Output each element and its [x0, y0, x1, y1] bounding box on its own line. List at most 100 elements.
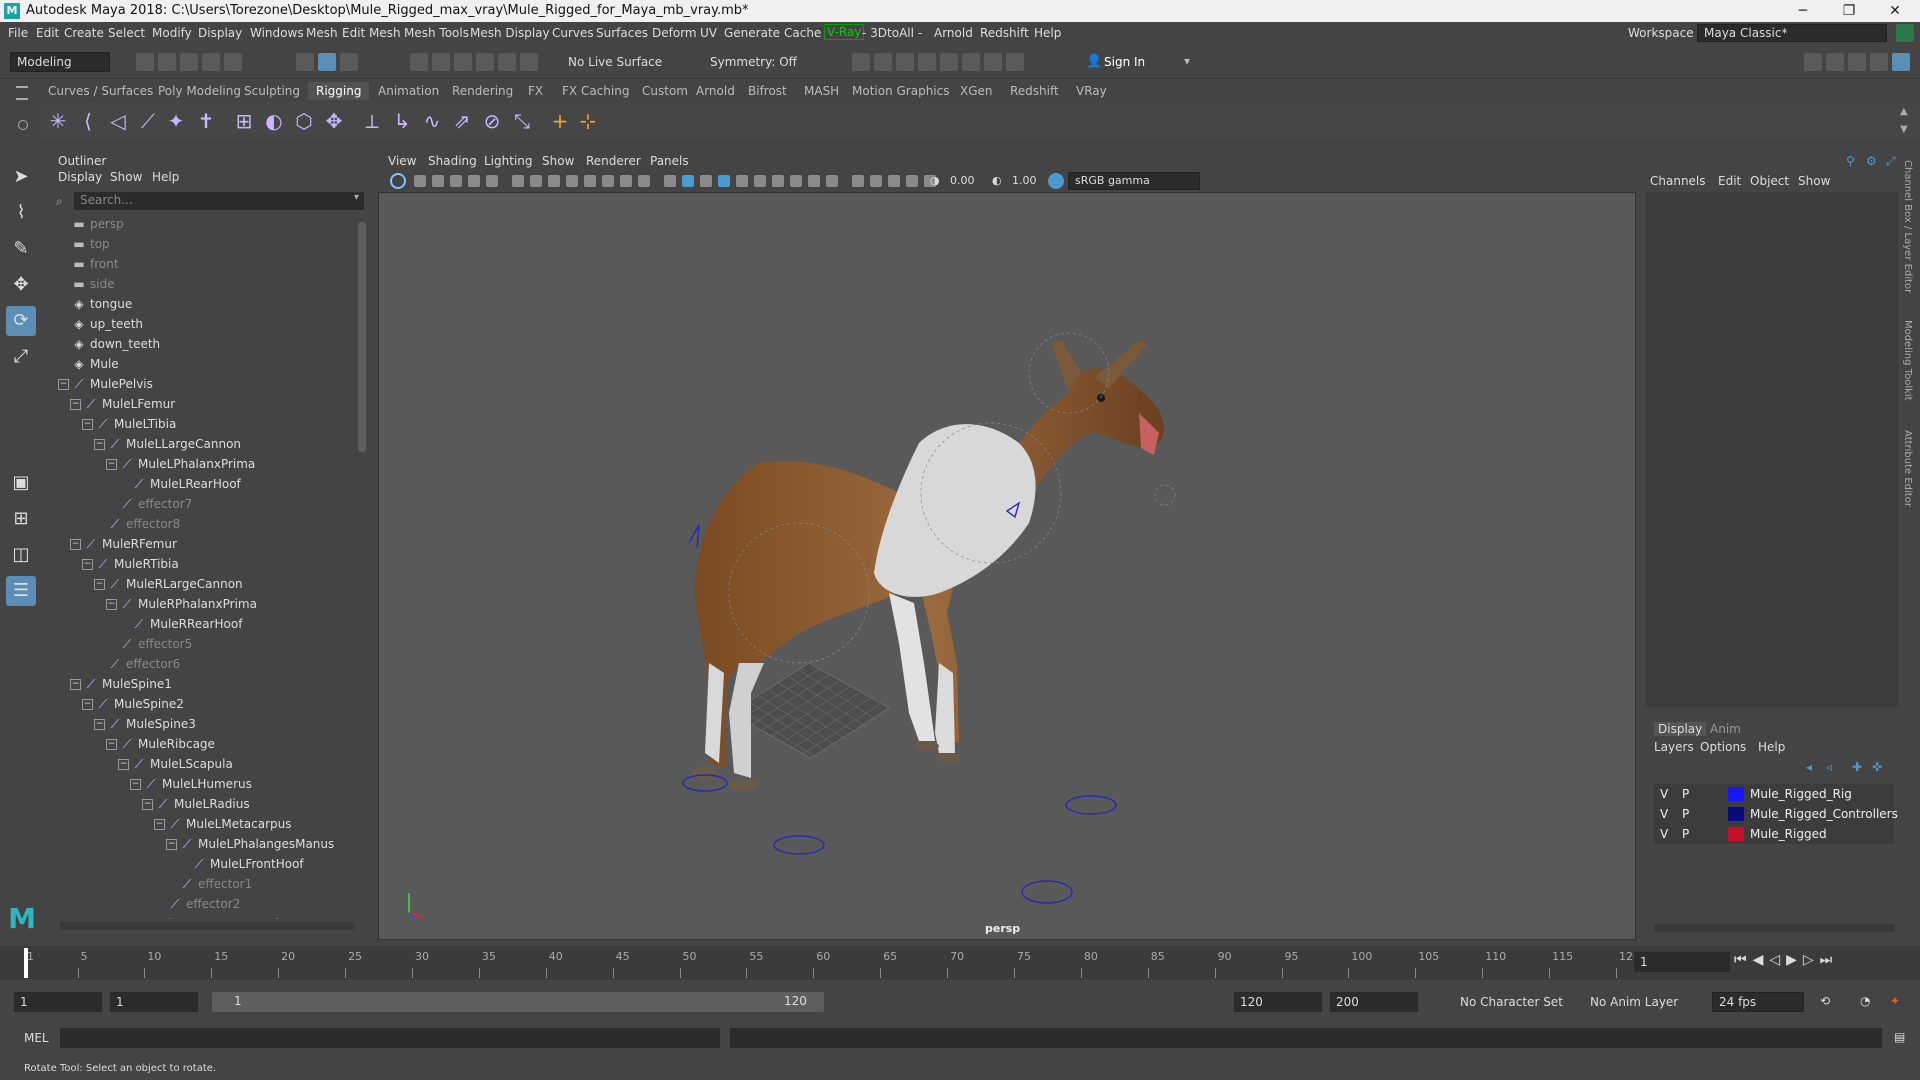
- paint-select-icon[interactable]: ✎: [6, 234, 36, 264]
- outliner-item[interactable]: ◈ down_teeth: [58, 334, 358, 354]
- 2d-pan-icon[interactable]: [486, 175, 498, 187]
- render-view-icon[interactable]: [940, 53, 958, 71]
- outliner-item[interactable]: ⟋ MuleLFrontHoof: [58, 854, 358, 874]
- expand-toggle-icon[interactable]: −: [106, 599, 117, 610]
- select-tool-icon[interactable]: ➤: [6, 162, 36, 192]
- menu-generate[interactable]: Generate: [724, 26, 780, 40]
- sign-in-button[interactable]: Sign In: [1104, 55, 1145, 69]
- outliner-item[interactable]: − ⟋ MuleLScapula: [58, 754, 358, 774]
- shelf-tab-motion-graphics[interactable]: Motion Graphics: [844, 82, 958, 100]
- scale-tool-icon[interactable]: ⤢: [6, 342, 36, 372]
- minimize-button[interactable]: ─: [1780, 0, 1826, 22]
- outliner-item[interactable]: ⟋ effector1: [58, 874, 358, 894]
- outliner-item[interactable]: − ⟋ MuleLTibia: [58, 414, 358, 434]
- tab-attribute-editor[interactable]: Attribute Editor: [1902, 430, 1913, 507]
- lock-camera-icon[interactable]: [432, 175, 444, 187]
- expand-toggle-icon[interactable]: −: [118, 759, 129, 770]
- pause-render-icon[interactable]: [1006, 53, 1024, 71]
- expand-toggle-icon[interactable]: −: [94, 579, 105, 590]
- constraint-aim-icon[interactable]: ⇗: [450, 109, 474, 133]
- shelf-tab-rigging[interactable]: Rigging: [308, 82, 370, 100]
- shelf-tab-bifrost[interactable]: Bifrost: [740, 82, 795, 100]
- lasso-tool-icon[interactable]: ⌇: [6, 198, 36, 228]
- shelf-tab-arnold[interactable]: Arnold: [688, 82, 743, 100]
- viewport-menu-view[interactable]: View: [388, 154, 416, 168]
- options-menu[interactable]: Options: [1700, 740, 1746, 754]
- outliner-search-input[interactable]: Search...: [74, 192, 364, 210]
- outliner-item[interactable]: − ⟋ MuleRLargeCannon: [58, 574, 358, 594]
- current-frame-field[interactable]: 1: [1634, 952, 1730, 972]
- playback-start-field[interactable]: 1: [110, 992, 198, 1012]
- menu-uv[interactable]: UV: [700, 26, 717, 40]
- cluster-icon[interactable]: ✥: [322, 109, 346, 133]
- shelf-tab-sculpting[interactable]: Sculpting: [236, 82, 308, 100]
- animation-start-field[interactable]: 1: [14, 992, 102, 1012]
- constraint-orient-icon[interactable]: ⊘: [480, 109, 504, 133]
- chevron-down-icon[interactable]: ▾: [1184, 54, 1190, 68]
- outliner-item[interactable]: ⟋ MuleLRearHoof: [58, 474, 358, 494]
- menu-windows[interactable]: Windows: [250, 26, 304, 40]
- outliner-item[interactable]: − ⟋ MuleSpine1: [58, 674, 358, 694]
- outliner-hscrollbar[interactable]: [60, 922, 354, 930]
- outliner-item[interactable]: − ⟋ MulePelvis: [58, 374, 358, 394]
- expand-toggle-icon[interactable]: −: [106, 739, 117, 750]
- anti-alias-icon[interactable]: [808, 175, 820, 187]
- outliner-item[interactable]: − ⟋ MuleLPhalanxPrima: [58, 454, 358, 474]
- expand-toggle-icon[interactable]: −: [142, 799, 153, 810]
- default-material-icon[interactable]: [700, 175, 712, 187]
- menu-mesh-tools[interactable]: Mesh Tools: [404, 26, 469, 40]
- outliner-item[interactable]: ▬ persp: [58, 214, 358, 234]
- current-time-marker[interactable]: [24, 948, 28, 978]
- outliner-item[interactable]: ◈ tongue: [58, 294, 358, 314]
- modeling-toolkit-icon[interactable]: [1804, 53, 1822, 71]
- shelf-tab-rendering[interactable]: Rendering: [444, 82, 521, 100]
- gamma-value[interactable]: 1.00: [1012, 174, 1037, 187]
- snap-grid-icon[interactable]: [410, 53, 428, 71]
- viewport-menu-show[interactable]: Show: [542, 154, 574, 168]
- shelf-tab-custom[interactable]: Custom: [634, 82, 696, 100]
- xray-components-icon[interactable]: [906, 175, 918, 187]
- expand-toggle-icon[interactable]: −: [166, 839, 177, 850]
- wireframe-icon[interactable]: [664, 175, 676, 187]
- lock-icon[interactable]: [1896, 24, 1914, 42]
- layer-row[interactable]: V P Mule_Rigged_Rig: [1654, 784, 1894, 804]
- menu-3dtoall[interactable]: - 3DtoAll -: [862, 26, 922, 40]
- human-ik-icon[interactable]: [1826, 53, 1844, 71]
- render-settings-icon[interactable]: [896, 53, 914, 71]
- parent-constraint-icon[interactable]: ⊹: [576, 109, 600, 133]
- outliner-menu-display[interactable]: Display: [58, 170, 102, 184]
- expand-toggle-icon[interactable]: −: [58, 379, 69, 390]
- orient-joint-icon[interactable]: ⟋: [136, 109, 160, 133]
- loop-icon[interactable]: ⟲: [1820, 994, 1830, 1008]
- menu-file[interactable]: File: [8, 26, 28, 40]
- grease-pencil-icon[interactable]: [512, 175, 524, 187]
- filter-icon[interactable]: ⌕: [56, 194, 63, 209]
- ik-spline-icon[interactable]: ↳: [390, 109, 414, 133]
- outliner-item[interactable]: ⟋ effector2: [58, 894, 358, 914]
- snap-curve-icon[interactable]: [432, 53, 450, 71]
- curve-tool-icon[interactable]: ∿: [420, 109, 444, 133]
- auto-key-icon[interactable]: ◔: [1860, 994, 1870, 1008]
- shelf-tab-fx-caching[interactable]: FX Caching: [554, 82, 637, 100]
- expand-toggle-icon[interactable]: −: [70, 399, 81, 410]
- channel-box-help-icon[interactable]: ⚙: [1866, 154, 1880, 168]
- layer-playback-toggle[interactable]: P: [1682, 804, 1689, 824]
- locator-icon[interactable]: +: [548, 109, 572, 133]
- exposure-value[interactable]: 0.00: [950, 174, 975, 187]
- close-button[interactable]: ✕: [1872, 0, 1918, 22]
- restore-button[interactable]: ❐: [1826, 0, 1872, 22]
- open-scene-icon[interactable]: [158, 53, 176, 71]
- constraint-pole-icon[interactable]: ⤡: [510, 109, 534, 133]
- viewport-menu-panels[interactable]: Panels: [650, 154, 689, 168]
- command-input[interactable]: [60, 1028, 720, 1048]
- layer-visibility-toggle[interactable]: V: [1660, 804, 1668, 824]
- menu-curves[interactable]: Curves: [552, 26, 594, 40]
- outliner-item[interactable]: ▬ top: [58, 234, 358, 254]
- tab-display-layers[interactable]: Display: [1654, 722, 1707, 736]
- playback-controls[interactable]: ⏮◀◁▶▷⏭: [1734, 952, 1838, 968]
- layer-color-swatch[interactable]: [1728, 827, 1744, 841]
- menu-arnold[interactable]: Arnold: [934, 26, 973, 40]
- outliner-item[interactable]: −⟋MuleFrontRLegScapula: [58, 914, 358, 919]
- film-gate-icon[interactable]: [548, 175, 560, 187]
- paint-weights-icon[interactable]: ◐: [262, 109, 286, 133]
